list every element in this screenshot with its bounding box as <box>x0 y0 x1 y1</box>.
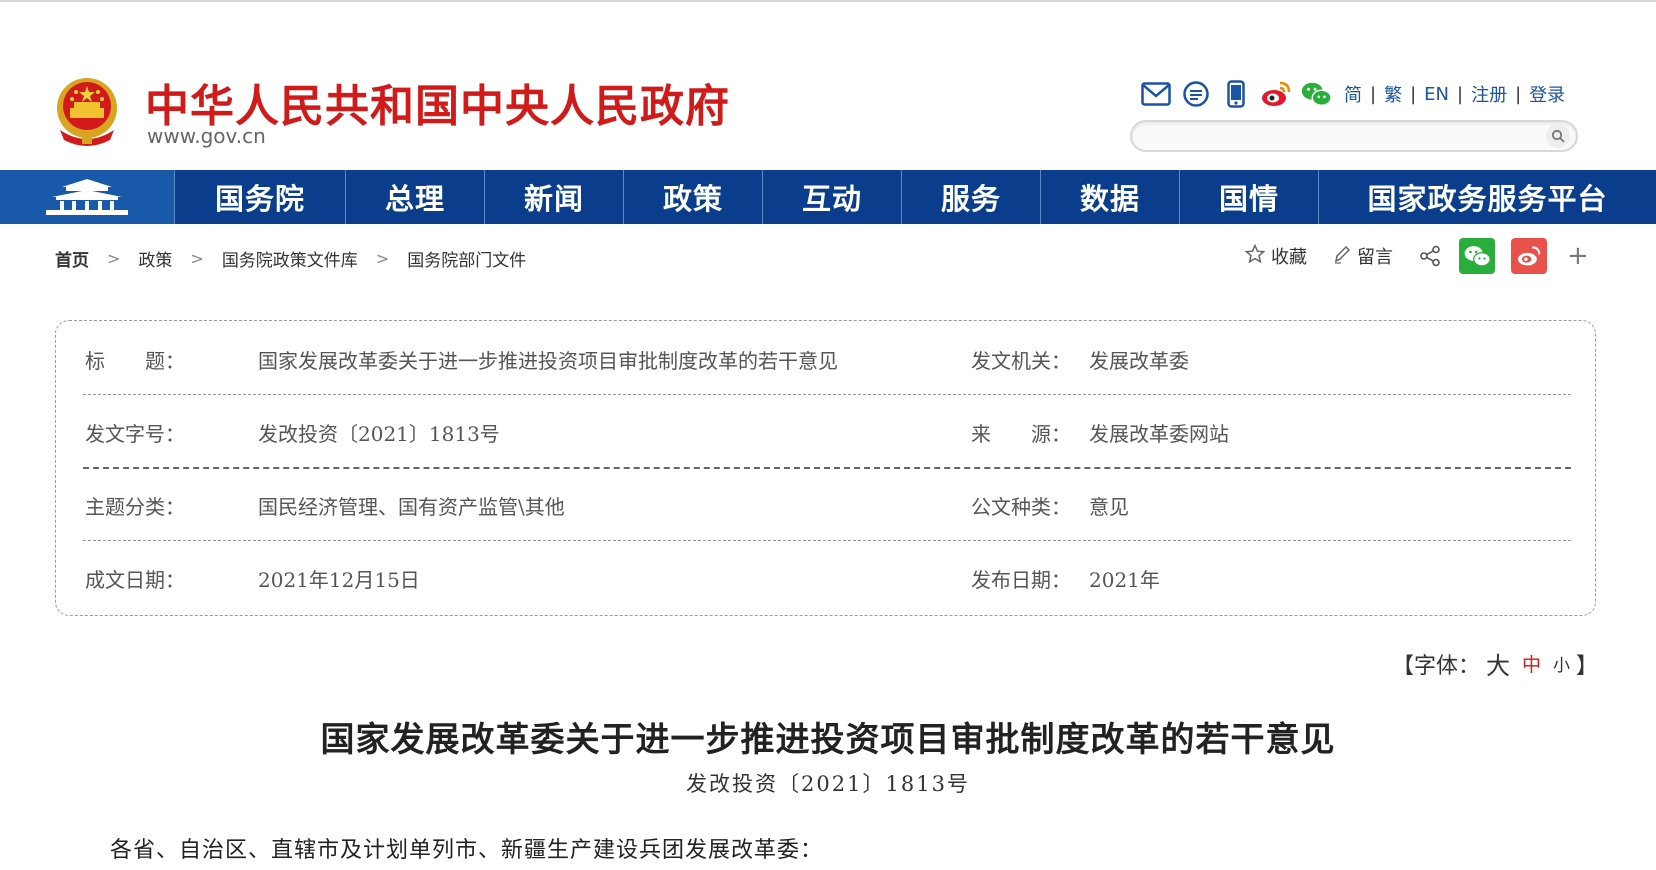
info-value: 2021年 <box>1089 568 1160 592</box>
language-login-links: 简 | 繁 | EN | 注册 | 登录 <box>1344 81 1565 107</box>
info-value: 2021年12月15日 <box>258 568 420 592</box>
font-size-label: 【字体： <box>1392 653 1481 679</box>
nav-item-gov-service-platform[interactable]: 国家政务服务平台 <box>1319 170 1656 224</box>
login-link[interactable]: 登录 <box>1529 81 1565 107</box>
weibo-icon[interactable] <box>1260 78 1292 110</box>
info-label: 成文日期： <box>85 568 185 592</box>
font-size-medium-button[interactable]: 中 <box>1522 650 1541 677</box>
weibo-share-icon[interactable] <box>1511 238 1547 274</box>
breadcrumb-department-docs[interactable]: 国务院部门文件 <box>407 246 526 271</box>
pencil-icon <box>1333 244 1351 269</box>
lang-english-link[interactable]: EN <box>1424 84 1449 105</box>
info-value: 国民经济管理、国有资产监管\其他 <box>258 495 565 519</box>
info-value: 发展改革委网站 <box>1089 422 1229 446</box>
separator: | <box>1370 83 1377 105</box>
nav-item-interaction[interactable]: 互动 <box>763 170 902 224</box>
breadcrumb-home[interactable]: 首页 <box>55 246 89 271</box>
nav-item-news[interactable]: 新闻 <box>485 170 624 224</box>
font-size-switcher: 【字体： 大 中 小 】 <box>1392 646 1598 681</box>
info-label: 标 题： <box>85 349 185 373</box>
nav-home-building-icon[interactable] <box>0 170 175 224</box>
nav-item-services[interactable]: 服务 <box>902 170 1041 224</box>
share-toolbar: 收藏 留言 + <box>1244 238 1589 274</box>
more-share-icon[interactable]: + <box>1567 241 1589 271</box>
breadcrumb-policy[interactable]: 政策 <box>138 246 172 271</box>
info-label: 发文机关： <box>971 349 1071 373</box>
info-label: 来 源： <box>971 422 1071 446</box>
article-title: 国家发展改革委关于进一步推进投资项目审批制度改革的若干意见 <box>320 720 1336 760</box>
info-row: 主题分类： 国民经济管理、国有资产监管\其他 公文种类： 意见 <box>83 467 1571 540</box>
nav-item-premier[interactable]: 总理 <box>346 170 485 224</box>
document-info-box: 标 题： 国家发展改革委关于进一步推进投资项目审批制度改革的若干意见 发文机关：… <box>55 320 1596 616</box>
info-value: 发改投资〔2021〕1813号 <box>258 422 500 446</box>
mobile-icon[interactable] <box>1220 78 1252 110</box>
search-input[interactable] <box>1146 124 1526 148</box>
info-value: 发展改革委 <box>1089 349 1189 373</box>
main-nav: 国务院 总理 新闻 政策 互动 服务 数据 国情 国家政务服务平台 <box>0 170 1656 224</box>
font-size-bracket: 】 <box>1576 653 1599 679</box>
info-row: 成文日期： 2021年12月15日 发布日期： 2021年 <box>83 540 1571 613</box>
search-box <box>1130 120 1578 152</box>
mail-icon[interactable] <box>1140 78 1172 110</box>
nav-item-state-council[interactable]: 国务院 <box>175 170 346 224</box>
breadcrumb: 首页 > 政策 > 国务院政策文件库 > 国务院部门文件 <box>55 246 526 271</box>
font-size-small-button[interactable]: 小 <box>1553 651 1570 676</box>
info-label: 主题分类： <box>85 495 185 519</box>
article-doc-number: 发改投资〔2021〕1813号 <box>686 772 970 796</box>
site-domain: www.gov.cn <box>147 124 266 148</box>
star-icon <box>1244 243 1266 269</box>
info-row: 发文字号： 发改投资〔2021〕1813号 来 源： 发展改革委网站 <box>83 394 1571 467</box>
utility-bar: 简 | 繁 | EN | 注册 | 登录 <box>1140 76 1565 112</box>
lang-traditional-link[interactable]: 繁 <box>1384 81 1402 107</box>
info-label: 发布日期： <box>971 568 1071 592</box>
comment-button[interactable]: 留言 <box>1333 243 1393 269</box>
chat-bubble-icon[interactable] <box>1180 78 1212 110</box>
info-label: 发文字号： <box>85 422 185 446</box>
wechat-icon[interactable] <box>1300 78 1332 110</box>
article-salutation: 各省、自治区、直辖市及计划单列市、新疆生产建设兵团发展改革委： <box>110 838 824 863</box>
national-emblem-icon[interactable] <box>52 74 122 148</box>
separator: | <box>1515 83 1522 105</box>
separator: | <box>1410 83 1417 105</box>
info-value: 国家发展改革委关于进一步推进投资项目审批制度改革的若干意见 <box>258 349 838 373</box>
breadcrumb-policy-library[interactable]: 国务院政策文件库 <box>222 246 358 271</box>
nav-item-data[interactable]: 数据 <box>1041 170 1180 224</box>
lang-simplified-link[interactable]: 简 <box>1344 81 1362 107</box>
chevron-right-icon: > <box>190 249 204 268</box>
separator: | <box>1457 83 1464 105</box>
info-label: 公文种类： <box>971 495 1071 519</box>
share-icon[interactable] <box>1419 245 1441 267</box>
favorite-label: 收藏 <box>1271 247 1307 268</box>
wechat-share-icon[interactable] <box>1459 238 1495 274</box>
info-value: 意见 <box>1089 495 1129 519</box>
nav-item-national-conditions[interactable]: 国情 <box>1180 170 1319 224</box>
info-row: 标 题： 国家发展改革委关于进一步推进投资项目审批制度改革的若干意见 发文机关：… <box>83 321 1571 394</box>
site-header: 中华人民共和国中央人民政府 www.gov.cn 简 | 繁 | EN | 注册… <box>0 2 1656 170</box>
favorite-button[interactable]: 收藏 <box>1244 243 1307 269</box>
chevron-right-icon: > <box>107 249 121 268</box>
register-link[interactable]: 注册 <box>1471 81 1507 107</box>
comment-label: 留言 <box>1357 247 1393 268</box>
chevron-right-icon: > <box>375 249 390 268</box>
search-icon[interactable] <box>1546 124 1570 148</box>
font-size-large-button[interactable]: 大 <box>1486 646 1510 681</box>
nav-item-policy[interactable]: 政策 <box>624 170 763 224</box>
